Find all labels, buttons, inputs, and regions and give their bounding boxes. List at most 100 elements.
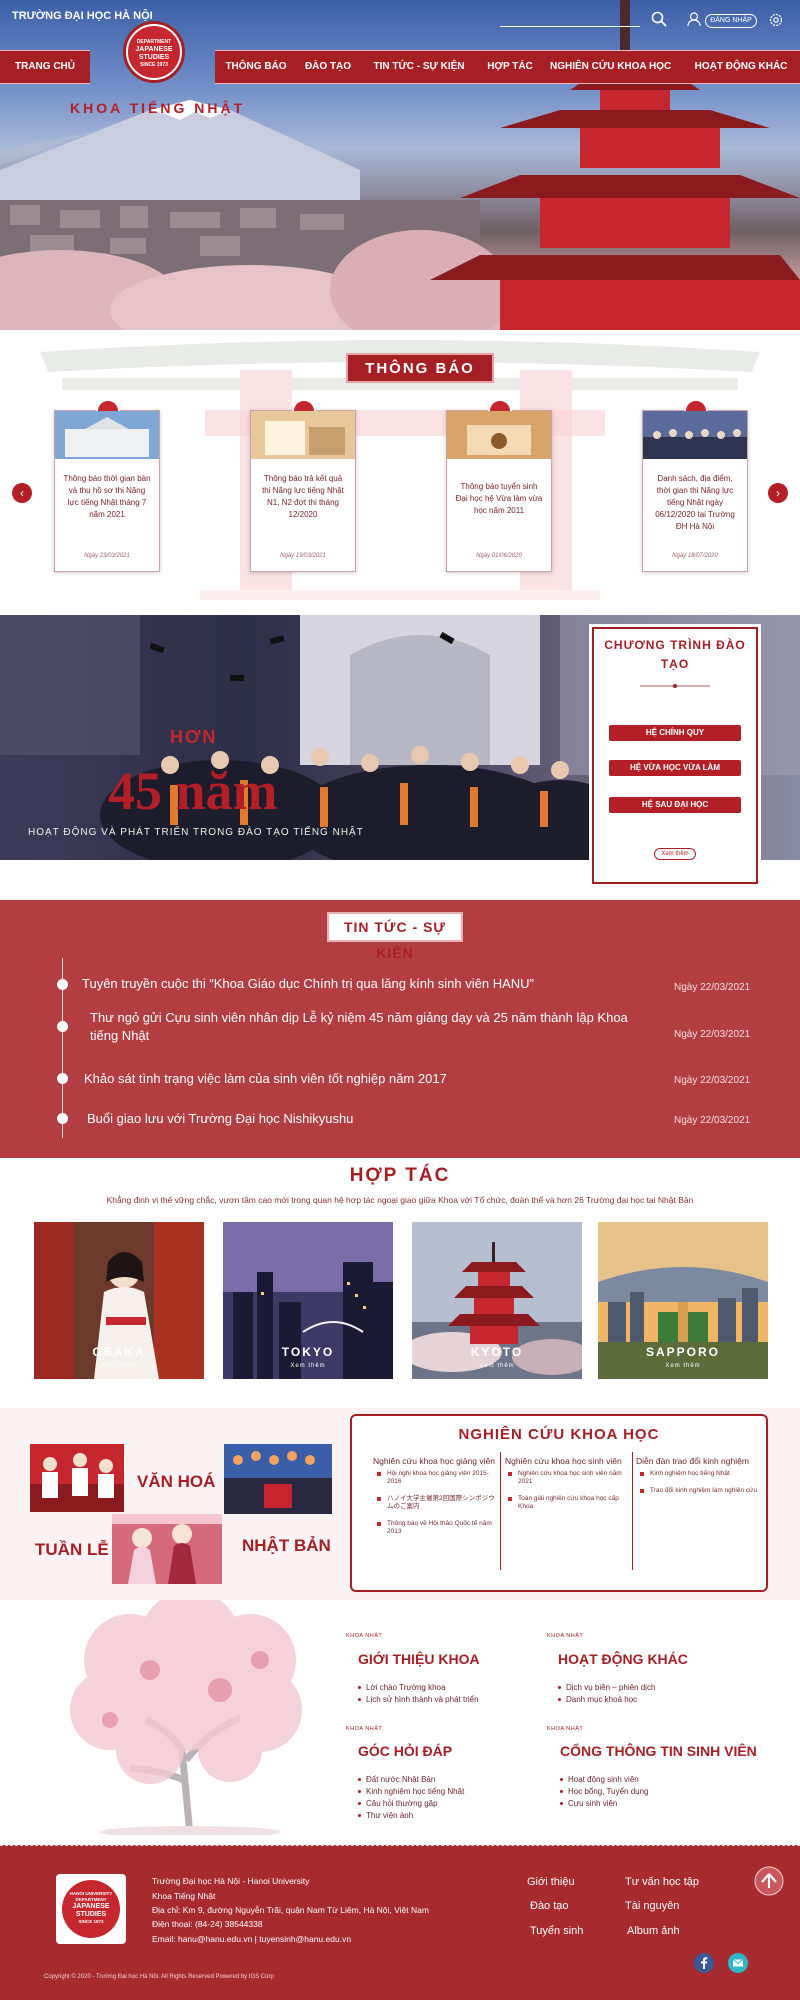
- department-title: KHOA TIẾNG NHẬT: [70, 100, 246, 116]
- link-block-title[interactable]: GIỚI THIỆU KHOA: [358, 1651, 480, 1667]
- announcement-text: Danh sách, địa điểm, thời gian thi Năng …: [655, 474, 735, 531]
- research-link[interactable]: Nghiên cứu khoa học sinh viên năm 2021: [508, 1470, 628, 1486]
- festival-photo[interactable]: [30, 1444, 124, 1512]
- link-block-title[interactable]: GÓC HỎI ĐÁP: [358, 1743, 452, 1759]
- cooperation-title: HỢP TÁC: [349, 1165, 451, 1186]
- city-card-sapporo[interactable]: SAPPORO Xem thêm: [598, 1222, 768, 1379]
- footer-link[interactable]: Tư vấn học tập: [625, 1876, 699, 1888]
- research-column-students: Nghiên cứu khoa học sinh viên năm 2021 T…: [508, 1470, 628, 1520]
- link-block-title[interactable]: HOẠT ĐỘNG KHÁC: [558, 1651, 688, 1667]
- footer-link[interactable]: Tuyển sinh: [530, 1925, 583, 1937]
- footer-line: Khoa Tiếng Nhật: [152, 1891, 216, 1901]
- lantern-street-photo[interactable]: [224, 1444, 332, 1514]
- section-caption: KHOA NHẬT: [547, 1726, 584, 1732]
- link-item[interactable]: Lời chào Trường khoa: [358, 1683, 479, 1692]
- announcement-date: Ngày 19/03/2021: [280, 553, 326, 559]
- divider-ornament-icon: [640, 684, 710, 688]
- costume-photo[interactable]: [112, 1514, 222, 1584]
- carousel-prev-arrow-icon[interactable]: ‹: [12, 483, 32, 503]
- login-button[interactable]: ĐĂNG NHẬP: [705, 14, 757, 28]
- announcement-card[interactable]: Thông báo tuyển sinh Đại học hệ Vừa làm …: [446, 399, 552, 572]
- user-icon[interactable]: [687, 12, 701, 27]
- card-photo: [447, 411, 551, 459]
- nav-cooperation[interactable]: HỢP TÁC: [480, 50, 540, 84]
- program-regular-button[interactable]: HỆ CHÍNH QUY: [609, 725, 741, 741]
- city-more-link[interactable]: Xem thêm: [412, 1363, 582, 1369]
- research-column-heading[interactable]: Nghiên cứu khoa học sinh viên: [505, 1456, 622, 1466]
- carousel-next-arrow-icon[interactable]: ›: [768, 483, 788, 503]
- link-item[interactable]: Hoạt động sinh viên: [560, 1775, 649, 1784]
- program-postgraduate-button[interactable]: HỆ SAU ĐẠI HỌC: [609, 797, 741, 813]
- news-item[interactable]: Tuyên truyền cuộc thi “Khoa Giáo dục Chí…: [82, 975, 602, 993]
- research-link[interactable]: Thông báo về Hội thảo Quốc tế năm 2013: [377, 1520, 495, 1536]
- back-to-top-icon[interactable]: [754, 1866, 784, 1896]
- nav-announcements[interactable]: THÔNG BÁO: [222, 50, 290, 84]
- department-logo[interactable]: DEPARTMENT JAPANESE STUDIES SINCE 1973: [126, 24, 182, 80]
- facebook-icon[interactable]: [694, 1953, 714, 1973]
- footer-logo[interactable]: HANOI UNIVERSITY DEPARTMENT JAPANESE STU…: [56, 1874, 126, 1944]
- column-divider: [500, 1452, 501, 1570]
- link-item[interactable]: Danh mục khoá học: [558, 1695, 655, 1704]
- section-caption: KHOA NHẬT: [547, 1633, 584, 1639]
- email-icon[interactable]: [728, 1953, 748, 1973]
- city-more-link[interactable]: Xem thêm: [598, 1363, 768, 1369]
- link-item[interactable]: Học bổng, Tuyển dụng: [560, 1787, 649, 1796]
- nav-other-activities[interactable]: HOẠT ĐỘNG KHÁC: [690, 50, 792, 84]
- footer-line[interactable]: Email: hanu@hanu.edu.vn | tuyensinh@hanu…: [152, 1934, 351, 1944]
- link-item[interactable]: Câu hỏi thường gặp: [358, 1799, 464, 1808]
- link-item[interactable]: Lịch sử hình thành và phát triển: [358, 1695, 479, 1704]
- announcement-card[interactable]: Thông báo trả kết quả thi Năng lực tiếng…: [250, 399, 356, 572]
- card-photo: [251, 411, 355, 459]
- news-item[interactable]: Thư ngỏ gửi Cựu sinh viên nhân dịp Lễ kỷ…: [90, 1009, 630, 1045]
- search-icon[interactable]: [651, 11, 667, 27]
- city-card-tokyo[interactable]: TOKYO Xem thêm: [223, 1222, 393, 1379]
- nav-home[interactable]: TRANG CHỦ: [0, 50, 90, 84]
- news-item[interactable]: Khảo sát tình trạng việc làm của sinh vi…: [84, 1070, 604, 1088]
- city-more-link[interactable]: Xem thêm: [34, 1363, 204, 1369]
- city-card-kyoto[interactable]: KYOTO Xem thêm: [412, 1222, 582, 1379]
- city-more-link[interactable]: Xem thêm: [223, 1363, 393, 1369]
- training-more-button[interactable]: Xem thêm: [654, 848, 696, 860]
- research-link[interactable]: Kinh nghiệm học tiếng Nhật: [640, 1470, 760, 1478]
- research-link[interactable]: Toàn giải nghiên cứu khoa học cấp Khoa: [508, 1495, 628, 1511]
- research-column-heading[interactable]: Diễn đàn trao đổi kinh nghiệm: [636, 1456, 749, 1466]
- research-link[interactable]: Trao đổi kinh nghiệm làm nghiên cứu: [640, 1487, 760, 1495]
- announcement-date: Ngày 23/03/2021: [84, 553, 130, 559]
- link-item[interactable]: Dịch vụ biên – phiên dịch: [558, 1683, 655, 1692]
- city-name: TOKYO: [281, 1345, 335, 1359]
- program-part-time-button[interactable]: HỆ VỪA HỌC VỪA LÀM: [609, 760, 741, 776]
- footer-link[interactable]: Đào tạo: [530, 1900, 569, 1912]
- research-link[interactable]: ハノイ大学主催第2回国際シンポジウムのご案内: [377, 1495, 495, 1511]
- search-input[interactable]: [500, 26, 640, 27]
- timeline-dot: [57, 1113, 68, 1124]
- city-card-osaka[interactable]: OSAKA Xem thêm: [34, 1222, 204, 1379]
- footer-link[interactable]: Tài nguyên: [625, 1900, 679, 1912]
- link-item[interactable]: Thư viện ảnh: [358, 1811, 464, 1820]
- news-item[interactable]: Buổi giao lưu với Trường Đại học Nishiky…: [87, 1110, 607, 1128]
- university-name[interactable]: TRƯỜNG ĐẠI HỌC HÀ NỘI: [12, 10, 153, 22]
- main-nav: TRANG CHỦ THÔNG BÁO ĐÀO TẠO TIN TỨC - SỰ…: [0, 50, 800, 84]
- link-block-title[interactable]: CỔNG THÔNG TIN SINH VIÊN: [560, 1743, 757, 1759]
- footer-line: Điện thoại: (84-24) 38544338: [152, 1919, 263, 1929]
- link-item[interactable]: Cựu sinh viên: [560, 1799, 649, 1808]
- footer-link[interactable]: Album ảnh: [627, 1925, 680, 1937]
- research-column-lecturers: Hội nghị khoa học giảng viên 2015-2016 ハ…: [377, 1470, 495, 1545]
- gear-icon[interactable]: [768, 12, 784, 28]
- link-item[interactable]: Kinh nghiệm học tiếng Nhật: [358, 1787, 464, 1796]
- research-column-heading[interactable]: Nghiên cứu khoa học giảng viên: [373, 1456, 495, 1466]
- section-caption: KHOA NHẬT: [346, 1726, 383, 1732]
- link-item[interactable]: Đất nước Nhật Bản: [358, 1775, 464, 1784]
- nav-research[interactable]: NGHIÊN CỨU KHOA HỌC: [550, 50, 671, 84]
- footer-divider: [0, 1845, 800, 1848]
- announcement-text: Thông báo thời gian bàn và thu hồ sơ thi…: [63, 474, 151, 519]
- announcement-card[interactable]: Thông báo thời gian bàn và thu hồ sơ thi…: [54, 399, 160, 572]
- footer-link[interactable]: Giới thiệu: [527, 1876, 575, 1888]
- research-link[interactable]: Hội nghị khoa học giảng viên 2015-2016: [377, 1470, 495, 1486]
- nav-news[interactable]: TIN TỨC - SỰ KIỆN: [370, 50, 468, 84]
- city-name: OSAKA: [92, 1345, 146, 1359]
- banner-years-text: 45 năm: [108, 761, 278, 821]
- announcement-card[interactable]: Danh sách, địa điểm, thời gian thi Năng …: [642, 399, 748, 572]
- nav-training[interactable]: ĐÀO TẠO: [298, 50, 358, 84]
- news-title: TIN TỨC - SỰ KIỆN: [327, 912, 463, 961]
- timeline-dot: [57, 979, 68, 990]
